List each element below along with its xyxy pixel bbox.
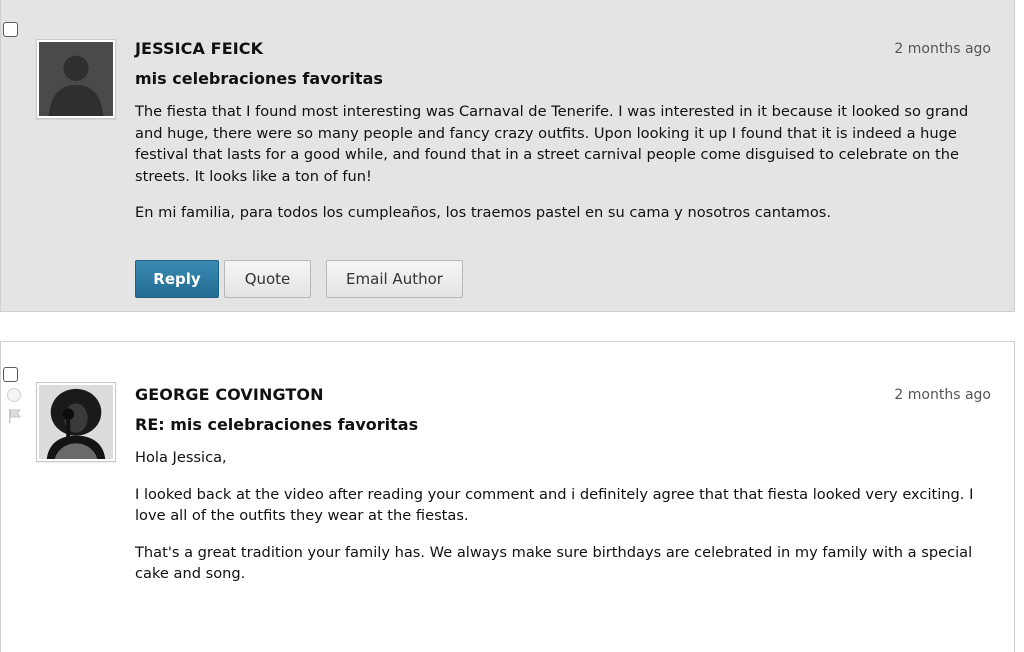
- default-avatar-icon: [36, 39, 116, 119]
- post-timestamp: 2 months ago: [894, 41, 991, 57]
- post-author: GEORGE COVINGTON: [135, 385, 324, 404]
- post-timestamp: 2 months ago: [894, 387, 991, 403]
- post-select-checkbox[interactable]: [3, 22, 18, 37]
- post-paragraph: I looked back at the video after reading…: [135, 485, 974, 525]
- user-photo-avatar: [36, 382, 116, 462]
- post-author: JESSICA FEICK: [135, 39, 264, 58]
- quote-button[interactable]: Quote: [224, 260, 311, 298]
- post-body: The fiesta that I found most interesting…: [135, 101, 984, 224]
- post-paragraph: En mi familia, para todos los cumpleaños…: [135, 204, 831, 221]
- post-paragraph: The fiesta that I found most interesting…: [135, 103, 969, 185]
- post-content: GEORGE COVINGTON 2 months ago RE: mis ce…: [135, 384, 991, 600]
- post-subject: mis celebraciones favoritas: [135, 69, 383, 88]
- post-actions: Reply Quote Email Author: [135, 260, 468, 298]
- email-author-button[interactable]: Email Author: [326, 260, 463, 298]
- post-select-checkbox[interactable]: [3, 367, 18, 382]
- post-content: JESSICA FEICK 2 months ago mis celebraci…: [135, 38, 991, 239]
- status-circle-icon[interactable]: [7, 388, 21, 402]
- post-jessica-feick: JESSICA FEICK 2 months ago mis celebraci…: [0, 0, 1015, 312]
- reply-button[interactable]: Reply: [135, 260, 219, 298]
- post-subject: RE: mis celebraciones favoritas: [135, 415, 419, 434]
- flag-icon[interactable]: [7, 408, 23, 424]
- post-paragraph: Hola Jessica,: [135, 449, 227, 466]
- post-body: Hola Jessica, I looked back at the video…: [135, 447, 984, 585]
- post-paragraph: That's a great tradition your family has…: [135, 543, 973, 583]
- post-george-covington: GEORGE COVINGTON 2 months ago RE: mis ce…: [0, 341, 1015, 652]
